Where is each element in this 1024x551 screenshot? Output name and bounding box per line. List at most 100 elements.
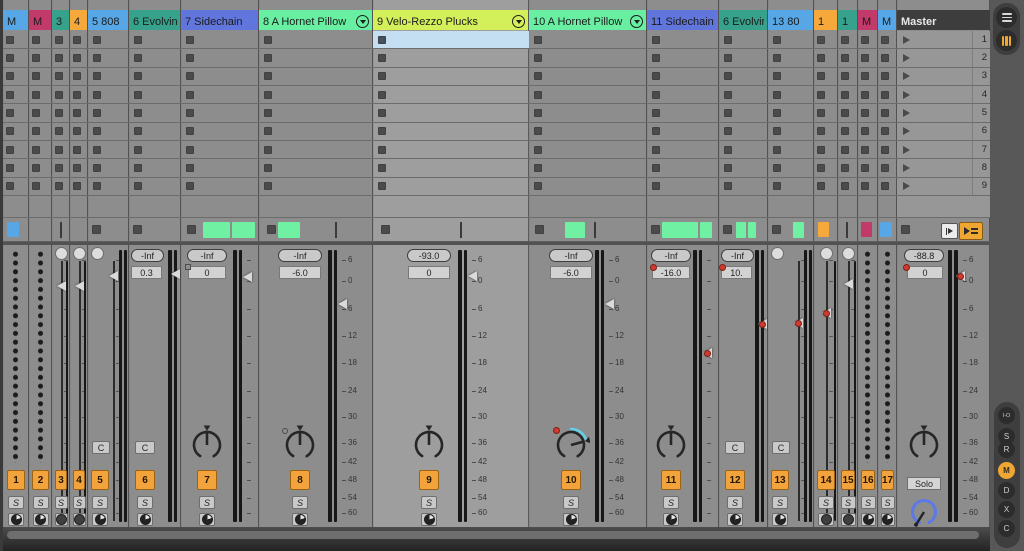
clip-stop-button[interactable]: [841, 72, 849, 80]
clip-stop-all-button[interactable]: [901, 225, 910, 234]
clip-stop-button[interactable]: [134, 109, 142, 117]
track-activator-button[interactable]: 2: [32, 470, 49, 490]
volume-field[interactable]: 0: [408, 266, 450, 279]
empty-scene-row[interactable]: [838, 196, 858, 218]
solo-button[interactable]: S: [292, 496, 308, 509]
solo-button[interactable]: S: [663, 496, 679, 509]
clip-slot[interactable]: [3, 178, 29, 196]
solo-button[interactable]: S: [92, 496, 108, 509]
clip-slot[interactable]: [814, 31, 838, 49]
clip-slot[interactable]: [181, 49, 259, 67]
clip-slot[interactable]: [88, 68, 129, 86]
clip-slot[interactable]: [373, 68, 529, 86]
track-header-9[interactable]: 9 Velo-Rezzo Plucks: [373, 10, 528, 30]
clip-slot[interactable]: [373, 141, 529, 159]
clip-slot[interactable]: [373, 159, 529, 177]
clip-slot[interactable]: [70, 123, 88, 141]
empty-scene-row[interactable]: [878, 196, 897, 218]
clip-slot[interactable]: [858, 49, 878, 67]
track-header-6[interactable]: 6 Evolvin: [129, 10, 180, 30]
clip-slot[interactable]: [129, 178, 181, 196]
clip-stop-button[interactable]: [817, 109, 825, 117]
clip-stop-button[interactable]: [773, 109, 781, 117]
clip-stop-button[interactable]: [264, 109, 272, 117]
clip-stop-button[interactable]: [378, 182, 386, 190]
clip-slot[interactable]: [181, 68, 259, 86]
clip-slot[interactable]: [878, 49, 897, 67]
clip-stop-button[interactable]: [264, 91, 272, 99]
pan-knob[interactable]: [772, 248, 783, 259]
track-activator-button[interactable]: 8: [290, 470, 310, 490]
clip-stop-button[interactable]: [773, 164, 781, 172]
clip-stop-button[interactable]: [817, 36, 825, 44]
clip-slot[interactable]: [70, 68, 88, 86]
arm-button[interactable]: [292, 513, 308, 526]
solo-button[interactable]: S: [421, 496, 437, 509]
clip-stop-button[interactable]: [534, 109, 542, 117]
clip-stop-button[interactable]: [773, 54, 781, 62]
clip-slot[interactable]: [814, 86, 838, 104]
empty-scene-row[interactable]: [29, 196, 52, 218]
arm-button[interactable]: [563, 513, 579, 526]
clip-slot[interactable]: [52, 178, 70, 196]
scene-slot-8[interactable]: 8: [897, 159, 990, 177]
track-header-10[interactable]: 10 A Hornet Pillow: [529, 10, 646, 30]
track-activator-button[interactable]: 16: [861, 470, 875, 490]
clip-slot[interactable]: [529, 104, 647, 122]
track-header-2[interactable]: M: [29, 10, 51, 30]
horizontal-scrollbar[interactable]: [7, 531, 979, 539]
clip-stop-button[interactable]: [55, 36, 63, 44]
clip-slot[interactable]: [858, 68, 878, 86]
clip-stop-button[interactable]: [817, 72, 825, 80]
clip-stop-button[interactable]: [264, 72, 272, 80]
clip-stop-button[interactable]: [186, 91, 194, 99]
empty-scene-row[interactable]: [181, 196, 259, 218]
peak-level-display[interactable]: -Inf: [651, 249, 691, 262]
clip-slot[interactable]: [647, 141, 719, 159]
empty-scene-row[interactable]: [529, 196, 647, 218]
clip-slot[interactable]: [29, 68, 52, 86]
clip-slot[interactable]: [52, 141, 70, 159]
clip-stop-button[interactable]: [32, 182, 40, 190]
clip-stop-button[interactable]: [652, 182, 660, 190]
clip-stop-button[interactable]: [652, 146, 660, 154]
clip-slot[interactable]: [181, 141, 259, 159]
clip-slot[interactable]: [647, 68, 719, 86]
clip-slot[interactable]: [858, 86, 878, 104]
clip-stop-button[interactable]: [73, 54, 81, 62]
c-button[interactable]: C: [92, 441, 110, 454]
solo-button[interactable]: S: [563, 496, 579, 509]
clip-stop-button[interactable]: [73, 109, 81, 117]
clip-slot[interactable]: [29, 31, 52, 49]
clip-stop-button[interactable]: [378, 36, 386, 44]
scene-play-icon[interactable]: [903, 109, 910, 117]
solo-button[interactable]: S: [199, 496, 215, 509]
empty-scene-row[interactable]: [3, 196, 29, 218]
peak-level-display[interactable]: -Inf: [131, 249, 164, 262]
clip-slot[interactable]: [259, 141, 373, 159]
clip-stop-button[interactable]: [861, 182, 869, 190]
clip-slot[interactable]: [719, 178, 768, 196]
clip-slot[interactable]: [878, 68, 897, 86]
show-d-button[interactable]: D: [998, 482, 1015, 499]
scene-slot-5[interactable]: 5: [897, 104, 990, 122]
show-x-button[interactable]: X: [998, 501, 1015, 518]
clip-slot[interactable]: [373, 178, 529, 196]
clip-slot[interactable]: [88, 86, 129, 104]
clip-slot[interactable]: [768, 86, 814, 104]
clip-slot[interactable]: [878, 123, 897, 141]
clip-stop-button[interactable]: [32, 109, 40, 117]
clip-slot[interactable]: [3, 104, 29, 122]
scene-play-icon[interactable]: [903, 127, 910, 135]
chevron-down-icon[interactable]: [512, 15, 525, 28]
clip-slot[interactable]: [858, 104, 878, 122]
clip-stop-button[interactable]: [93, 109, 101, 117]
clip-stop-button[interactable]: [817, 164, 825, 172]
clip-slot[interactable]: [29, 141, 52, 159]
clip-slot[interactable]: [529, 178, 647, 196]
clip-slot[interactable]: [88, 123, 129, 141]
clip-slot[interactable]: [3, 31, 29, 49]
arm-button[interactable]: [772, 513, 788, 526]
clip-slot[interactable]: [814, 68, 838, 86]
arm-button[interactable]: [861, 513, 876, 526]
